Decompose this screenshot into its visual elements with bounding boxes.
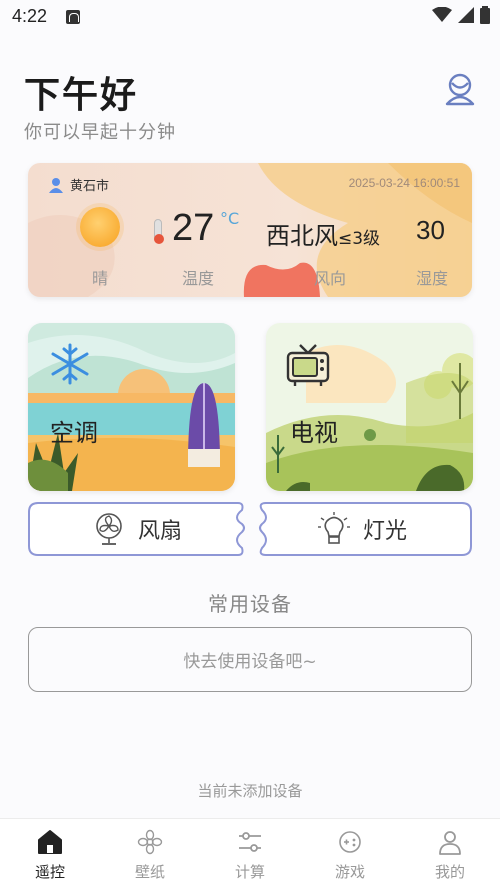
bottom-navigation: 遥控 壁纸 计算 游戏 我的 — [0, 818, 500, 888]
nav-label-games: 游戏 — [334, 863, 365, 881]
fan-button[interactable]: 风扇 — [28, 502, 246, 556]
greeting-subtitle: 你可以早起十分钟 — [24, 122, 176, 143]
device-label-tv: 电视 — [290, 419, 338, 447]
snowflake-icon — [51, 343, 89, 385]
user-icon — [439, 831, 461, 855]
device-label-ac: 空调 — [50, 419, 98, 447]
no-device-note: 当前未添加设备 — [197, 782, 303, 800]
nav-label-mine: 我的 — [434, 863, 465, 881]
device-label-light: 灯光 — [362, 519, 407, 544]
nav-item-calculate[interactable]: 计算 — [200, 819, 300, 888]
light-button[interactable]: 灯光 — [252, 502, 472, 556]
flower-icon — [137, 829, 163, 855]
nav-label-calculate: 计算 — [234, 863, 265, 881]
nav-label-remote: 遥控 — [34, 863, 65, 881]
wind-label: 风向 — [314, 269, 347, 288]
signal-icon — [458, 7, 474, 23]
thermometer-icon — [154, 219, 164, 244]
home-icon — [38, 830, 62, 854]
user-avatar-icon — [445, 73, 475, 106]
profile-button[interactable] — [444, 72, 476, 106]
wifi-icon — [432, 7, 452, 22]
humidity-value: 30 — [416, 215, 445, 245]
nav-item-remote[interactable]: 遥控 — [0, 819, 100, 888]
common-devices-placeholder: 快去使用设备吧~ — [183, 652, 317, 672]
status-time: 4:22 — [12, 6, 48, 26]
nav-item-games[interactable]: 游戏 — [300, 819, 400, 888]
status-bar: 4:22 — [0, 0, 500, 36]
wind-level: ≤3级 — [338, 229, 381, 249]
nav-label-wallpaper: 壁纸 — [134, 863, 165, 881]
app-notification-icon — [66, 10, 80, 24]
common-devices-box[interactable]: 快去使用设备吧~ — [28, 627, 472, 692]
wind-direction: 西北风 — [266, 222, 338, 250]
weather-card[interactable]: 黄石市 2025-03-24 16:00:51 27 °C 西北风≤3级 30 … — [28, 163, 472, 297]
location-person-icon — [49, 177, 63, 193]
wind-info: 西北风≤3级 — [266, 216, 380, 251]
temperature-value: 27 — [172, 207, 215, 249]
temperature-unit: °C — [220, 209, 240, 228]
gamepad-icon — [339, 831, 361, 853]
sun-icon — [80, 207, 120, 247]
light-bulb-icon — [317, 512, 350, 544]
city-name: 黄石市 — [70, 179, 110, 194]
greeting-title: 下午好 — [24, 75, 139, 116]
humidity-label: 湿度 — [416, 269, 449, 288]
device-label-fan: 风扇 — [137, 519, 182, 544]
battery-icon — [480, 6, 490, 24]
fan-icon — [96, 513, 122, 545]
tv-tile[interactable]: 电视 — [266, 323, 473, 491]
nav-item-wallpaper[interactable]: 壁纸 — [100, 819, 200, 888]
tv-icon — [286, 344, 330, 386]
weather-city: 黄石市 — [48, 175, 109, 194]
air-conditioner-tile[interactable]: 空调 — [28, 323, 235, 491]
weather-datetime: 2025-03-24 16:00:51 — [348, 176, 460, 190]
temperature-label: 温度 — [182, 269, 215, 288]
sliders-icon — [239, 832, 261, 852]
condition-label: 晴 — [92, 269, 109, 288]
common-devices-title: 常用设备 — [208, 592, 292, 616]
nav-item-mine[interactable]: 我的 — [400, 819, 500, 888]
status-indicators — [432, 6, 490, 24]
